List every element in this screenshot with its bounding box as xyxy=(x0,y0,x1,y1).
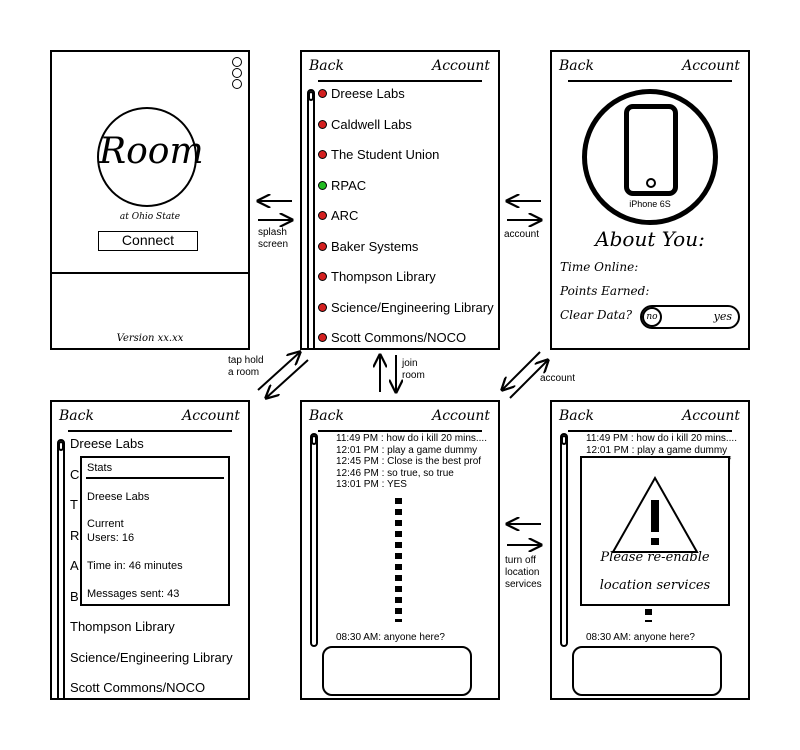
turn-off-label-2: location xyxy=(505,567,540,578)
turn-off-label-3: services xyxy=(505,579,542,590)
splash-screen-label-1: splash xyxy=(258,227,287,238)
arrow-tap-hold-up xyxy=(257,352,300,391)
flow-arrows xyxy=(0,0,800,750)
tap-hold-label-2: a room xyxy=(228,367,260,378)
account-label-top: account xyxy=(504,229,540,240)
turn-off-label-1: turn off xyxy=(505,555,536,566)
tap-hold-label-1: tap hold xyxy=(228,355,264,366)
account-label-diag: account xyxy=(540,373,576,384)
splash-screen-label-2: screen xyxy=(258,239,289,250)
join-room-label-2: room xyxy=(402,370,425,381)
arrow-account-diag-down xyxy=(502,351,541,390)
join-room-label-1: join xyxy=(402,358,418,369)
arrow-tap-hold-down xyxy=(266,359,309,398)
